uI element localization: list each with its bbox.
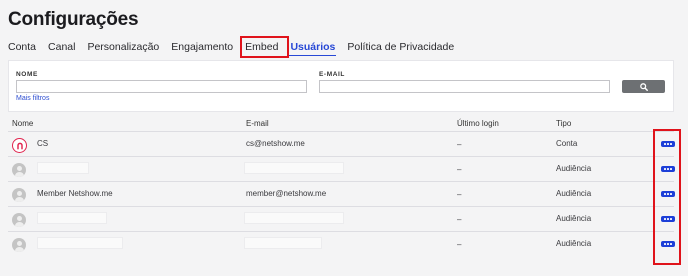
email-filter-label: E-MAIL (319, 71, 345, 78)
search-icon (639, 82, 648, 91)
row-type: Audiência (556, 239, 592, 248)
row-last-login: – (457, 215, 462, 224)
redacted-email (244, 162, 344, 174)
row-last-login: – (457, 165, 462, 174)
row-last-login: – (457, 140, 462, 149)
row-actions-button[interactable] (661, 166, 675, 172)
tab-usuarios[interactable]: Usuários (289, 41, 337, 56)
name-filter-input[interactable] (16, 80, 307, 93)
more-dots-icon (664, 218, 666, 220)
table-row: – Audiência (8, 231, 675, 256)
page-title: Configurações (8, 9, 139, 30)
email-filter-input[interactable] (319, 80, 610, 93)
row-actions-button[interactable] (661, 191, 675, 197)
redacted-name (37, 162, 89, 174)
redacted-email (244, 212, 344, 224)
user-placeholder-avatar-icon (12, 213, 26, 227)
row-type: Audiência (556, 189, 592, 198)
more-dots-icon (664, 193, 666, 195)
netshow-logo-icon (12, 138, 27, 153)
table-row: – Audiência (8, 156, 675, 181)
table-row: CS cs@netshow.me – Conta (8, 131, 675, 156)
more-dots-icon (664, 143, 666, 145)
row-type: Conta (556, 139, 578, 148)
row-name: Member Netshow.me (37, 189, 113, 198)
redacted-name (37, 212, 107, 224)
more-filters-link[interactable]: Mais filtros (16, 95, 49, 102)
user-placeholder-avatar-icon (12, 238, 26, 252)
row-email: cs@netshow.me (246, 139, 305, 148)
table-row: Member Netshow.me member@netshow.me – Au… (8, 181, 675, 206)
header-last-login: Último login (457, 119, 499, 128)
users-table-header: Nome E-mail Último login Tipo (8, 117, 674, 130)
tab-personalizacao[interactable]: Personalização (87, 41, 159, 53)
filters-panel: NOME E-MAIL Mais filtros (8, 60, 674, 112)
settings-tabs: Conta Canal Personalização Engajamento E… (8, 38, 466, 56)
redacted-email (244, 237, 322, 249)
row-actions-button[interactable] (661, 141, 675, 147)
tab-conta[interactable]: Conta (8, 41, 36, 53)
tab-canal[interactable]: Canal (48, 41, 75, 53)
name-filter-label: NOME (16, 71, 38, 78)
search-button[interactable] (622, 80, 665, 93)
header-name: Nome (12, 119, 34, 128)
header-email: E-mail (246, 119, 269, 128)
redacted-name (37, 237, 123, 249)
header-type: Tipo (556, 119, 572, 128)
user-placeholder-avatar-icon (12, 188, 26, 202)
tab-embed[interactable]: Embed (245, 41, 278, 53)
more-dots-icon (664, 168, 666, 170)
row-type: Audiência (556, 164, 592, 173)
row-last-login: – (457, 190, 462, 199)
row-type: Audiência (556, 214, 592, 223)
more-dots-icon (664, 243, 666, 245)
row-name: CS (37, 139, 49, 148)
row-last-login: – (457, 240, 462, 249)
row-actions-button[interactable] (661, 216, 675, 222)
user-placeholder-avatar-icon (12, 163, 26, 177)
row-email: member@netshow.me (246, 189, 327, 198)
table-row: – Audiência (8, 206, 675, 231)
row-actions-button[interactable] (661, 241, 675, 247)
tab-politica-de-privacidade[interactable]: Política de Privacidade (347, 41, 454, 53)
tab-engajamento[interactable]: Engajamento (171, 41, 233, 53)
